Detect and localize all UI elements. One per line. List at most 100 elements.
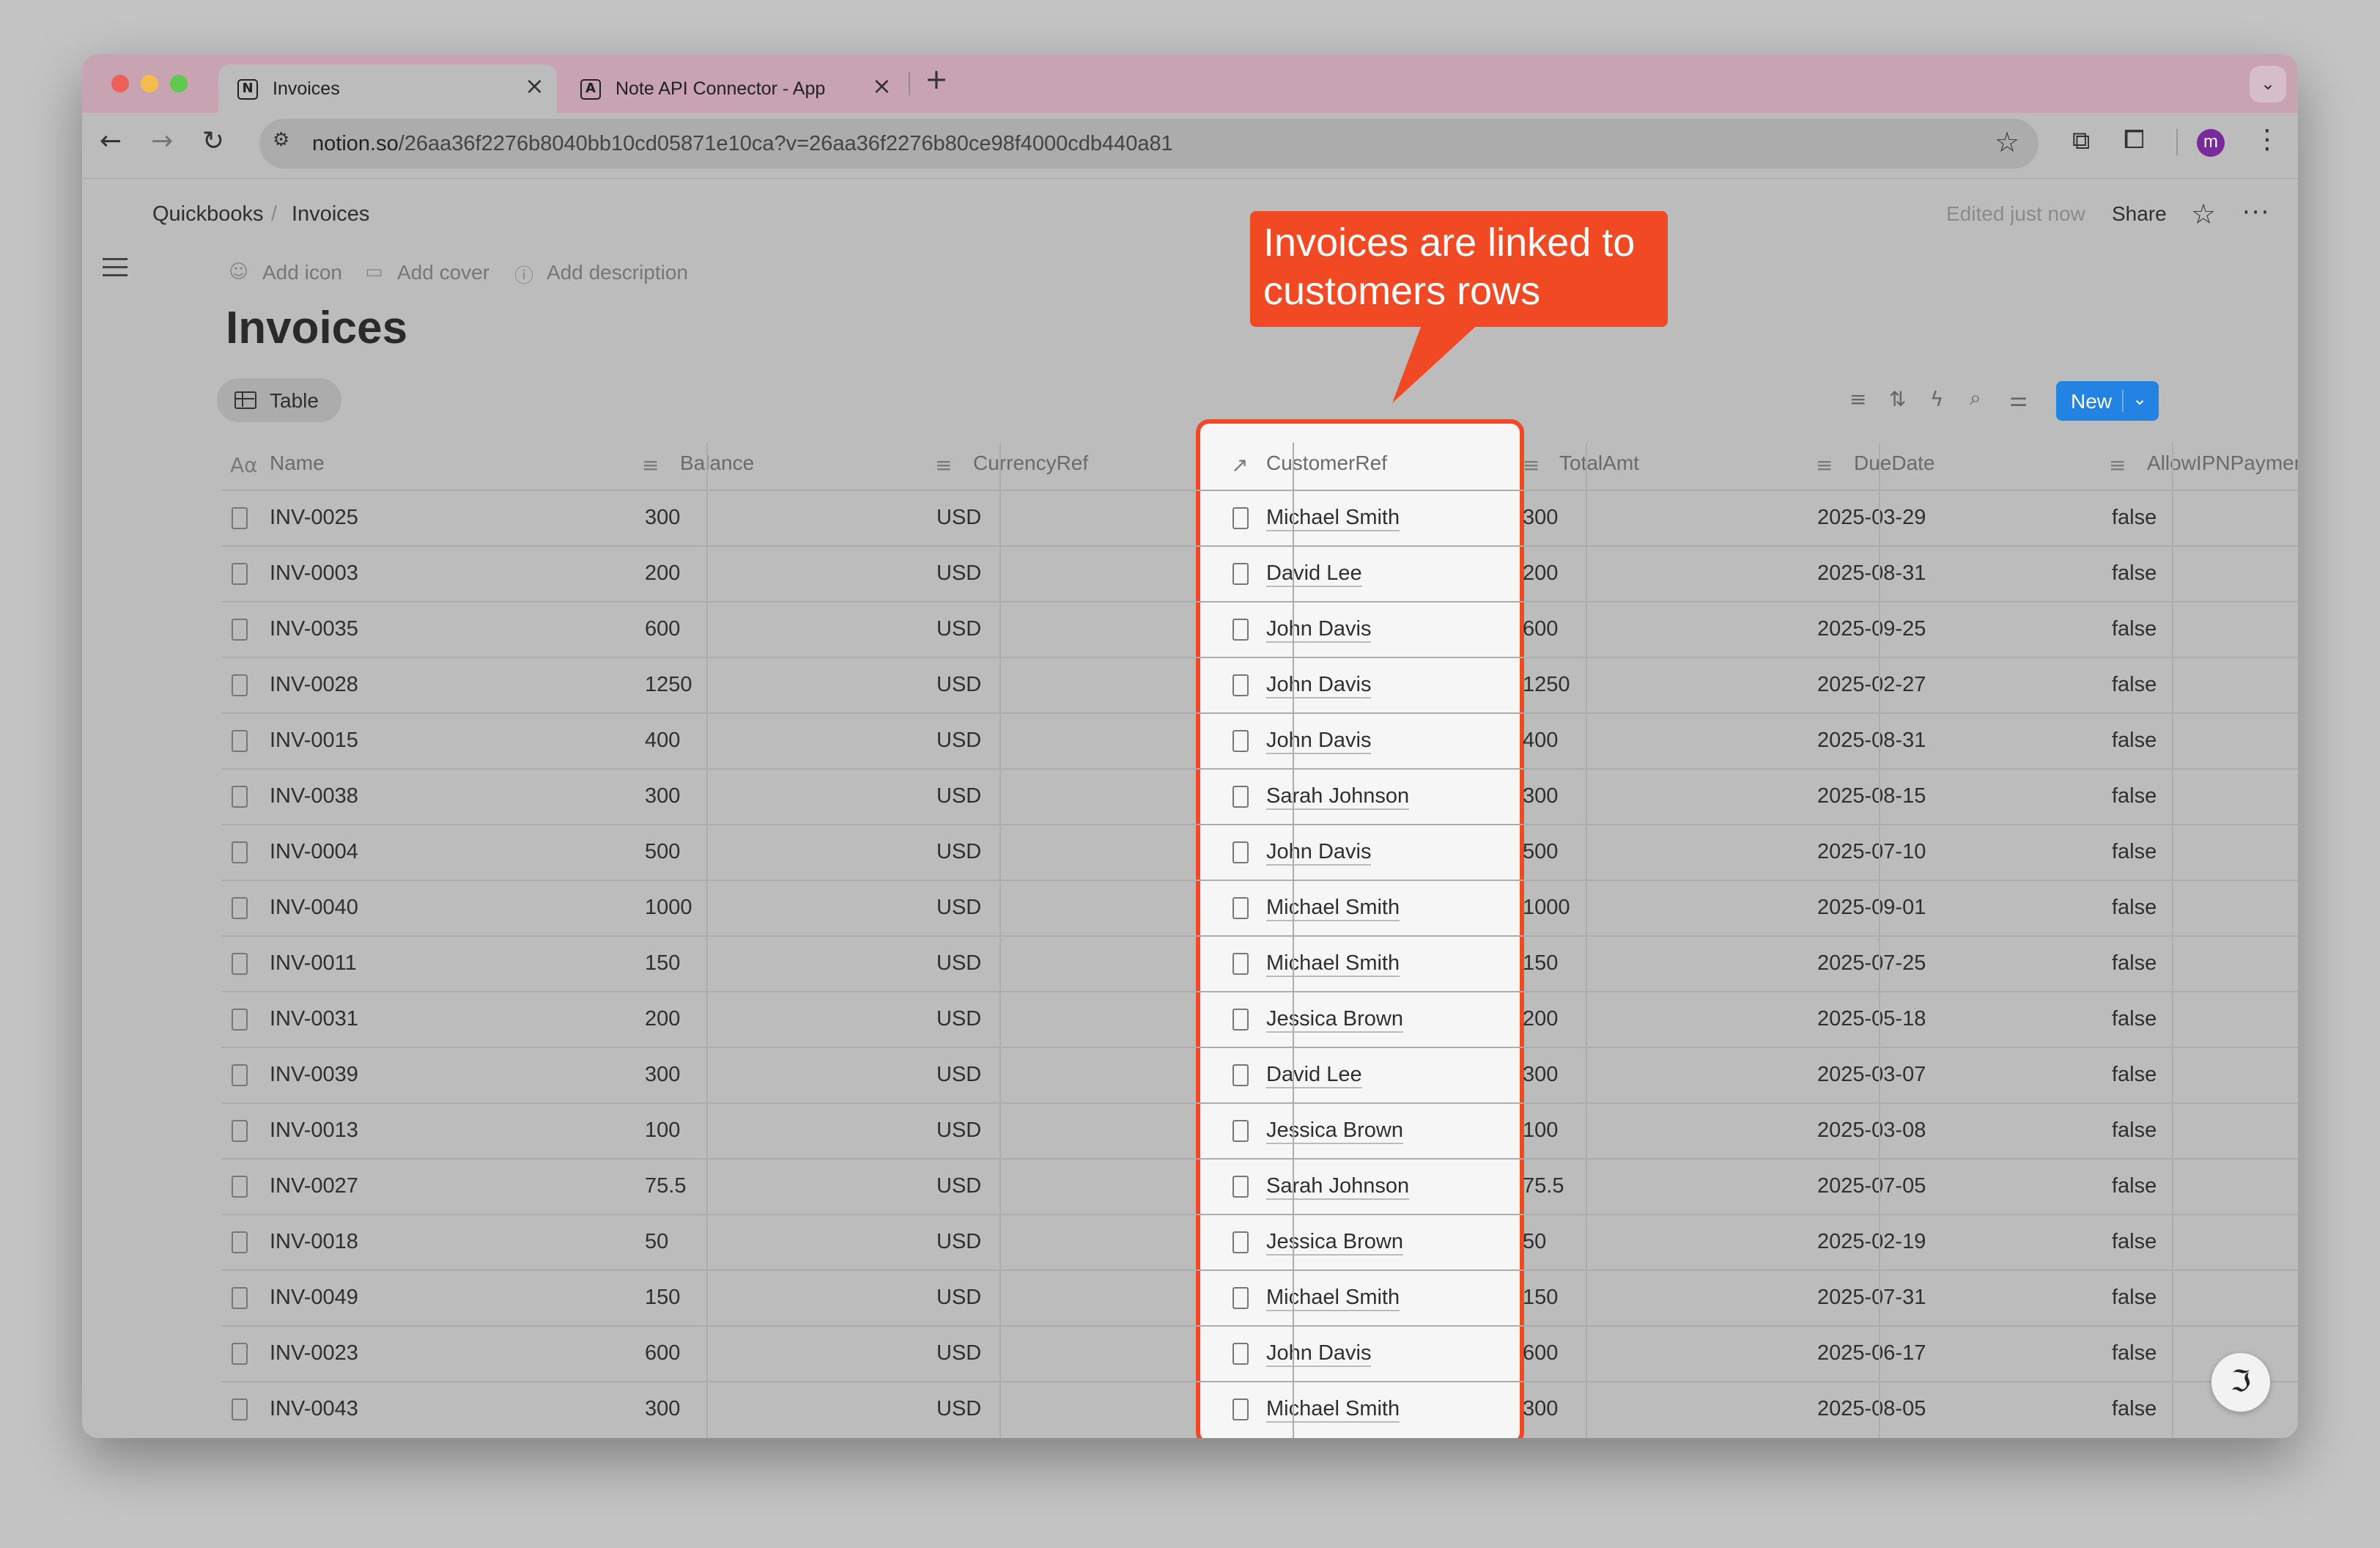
cell-allow[interactable]: false (2112, 729, 2157, 753)
new-tab-button[interactable]: + (925, 63, 948, 95)
cell-name[interactable]: INV-0028 (270, 673, 358, 697)
cell-balance[interactable]: 50 (645, 1230, 668, 1254)
table-row[interactable]: INV-0028 1250 USD John Davis 1250 2025-02-27 f… (221, 657, 2298, 712)
browser-menu-icon[interactable]: ⋮ (2254, 125, 2280, 155)
cell-balance[interactable]: 75.5 (645, 1174, 686, 1198)
cell-currency[interactable]: USD (936, 673, 981, 697)
cell-due[interactable]: 2025-08-31 (1817, 561, 1926, 586)
table-row[interactable]: INV-0004 500 USD John Davis 500 2025-07-10 fal… (221, 824, 2298, 880)
cell-customer[interactable]: Michael Smith (1266, 951, 1400, 977)
url-text[interactable]: notion.so/26aa36f2276b8040bb10cd05871e10… (312, 132, 1173, 156)
cell-currency[interactable]: USD (936, 784, 981, 808)
cell-due[interactable]: 2025-03-07 (1817, 1063, 1926, 1087)
filter-icon[interactable]: ≡ (1849, 387, 1866, 411)
tab-groups-icon[interactable]: ⧉ (2072, 126, 2090, 155)
cell-due[interactable]: 2025-07-31 (1817, 1286, 1926, 1310)
cell-currency[interactable]: USD (936, 840, 981, 864)
cell-allow[interactable]: false (2112, 506, 2157, 530)
cell-balance[interactable]: 400 (645, 729, 680, 753)
cell-customer[interactable]: John Davis (1266, 673, 1372, 699)
cell-balance[interactable]: 1250 (645, 673, 692, 697)
cell-name[interactable]: INV-0031 (270, 1007, 358, 1031)
cell-name[interactable]: INV-0049 (270, 1286, 358, 1310)
cell-allow[interactable]: false (2112, 1174, 2157, 1198)
cell-total[interactable]: 75.5 (1523, 1174, 1564, 1198)
cell-total[interactable]: 1250 (1523, 673, 1570, 697)
cell-allow[interactable]: false (2112, 1341, 2157, 1365)
cell-balance[interactable]: 100 (645, 1118, 680, 1143)
column-divider[interactable] (2172, 443, 2173, 1438)
cell-balance[interactable]: 300 (645, 1063, 680, 1087)
column-divider[interactable] (999, 443, 1001, 1438)
cell-allow[interactable]: false (2112, 840, 2157, 864)
cell-total[interactable]: 1000 (1523, 896, 1570, 920)
table-row[interactable]: INV-0043 300 USD Michael Smith 300 2025-08-05… (221, 1381, 2298, 1437)
tab-invoices[interactable]: N Invoices × (218, 64, 557, 113)
page-title[interactable]: Invoices (226, 302, 407, 354)
cell-allow[interactable]: false (2112, 617, 2157, 641)
cell-due[interactable]: 2025-09-01 (1817, 896, 1926, 920)
cell-balance[interactable]: 300 (645, 784, 680, 808)
column-header-balance[interactable]: Balance (680, 452, 754, 475)
cell-currency[interactable]: USD (936, 506, 981, 530)
cell-currency[interactable]: USD (936, 561, 981, 586)
close-window-button[interactable] (111, 75, 129, 92)
cell-customer[interactable]: Michael Smith (1266, 1397, 1400, 1423)
cell-name[interactable]: INV-0038 (270, 784, 358, 808)
site-settings-icon[interactable]: ⚙ (273, 129, 302, 158)
cell-name[interactable]: INV-0011 (270, 951, 357, 976)
cell-currency[interactable]: USD (936, 1063, 981, 1087)
cell-name[interactable]: INV-0004 (270, 840, 358, 864)
cell-currency[interactable]: USD (936, 1118, 981, 1143)
cell-due[interactable]: 2025-03-08 (1817, 1118, 1926, 1143)
cell-currency[interactable]: USD (936, 1007, 981, 1031)
tab-note-api-connector[interactable]: A Note API Connector - App × (561, 64, 904, 113)
cell-customer[interactable]: Jessica Brown (1266, 1230, 1403, 1256)
cell-name[interactable]: INV-0018 (270, 1230, 358, 1254)
cell-due[interactable]: 2025-07-10 (1817, 840, 1926, 864)
cell-name[interactable]: INV-0039 (270, 1063, 358, 1087)
cell-total[interactable]: 600 (1523, 617, 1558, 641)
cell-balance[interactable]: 500 (645, 840, 680, 864)
table-row[interactable]: INV-0018 50 USD Jessica Brown 50 2025-02-19 fa… (221, 1214, 2298, 1269)
cell-total[interactable]: 600 (1523, 1341, 1558, 1365)
new-button[interactable]: New ⌄ (2056, 381, 2159, 421)
breadcrumb-current[interactable]: Invoices (292, 202, 369, 226)
cell-customer[interactable]: Sarah Johnson (1266, 784, 1410, 810)
add-icon-button[interactable]: Add icon (262, 261, 342, 284)
automation-bolt-icon[interactable]: ϟ (1930, 387, 1943, 411)
cell-due[interactable]: 2025-08-15 (1817, 784, 1926, 808)
cell-customer[interactable]: John Davis (1266, 729, 1372, 754)
table-row[interactable]: INV-0003 200 USD David Lee 200 2025-08-31 fals… (221, 545, 2298, 601)
cell-customer[interactable]: John Davis (1266, 1341, 1372, 1367)
favorite-star-icon[interactable]: ☆ (2191, 198, 2216, 230)
cell-due[interactable]: 2025-08-31 (1817, 729, 1926, 753)
forward-arrow-icon[interactable]: → (151, 126, 173, 156)
cell-allow[interactable]: false (2112, 673, 2157, 697)
cell-name[interactable]: INV-0013 (270, 1118, 358, 1143)
column-header-customer[interactable]: CustomerRef (1266, 452, 1387, 475)
cell-total[interactable]: 500 (1523, 840, 1558, 864)
cell-allow[interactable]: false (2112, 1063, 2157, 1087)
cell-currency[interactable]: USD (936, 896, 981, 920)
table-row[interactable]: INV-0015 400 USD John Davis 400 2025-08-31 fal… (221, 712, 2298, 768)
cell-currency[interactable]: USD (936, 1174, 981, 1198)
cell-currency[interactable]: USD (936, 729, 981, 753)
cell-balance[interactable]: 200 (645, 561, 680, 586)
tab-search-chevron-icon[interactable]: ⌄ (2250, 66, 2286, 103)
cell-currency[interactable]: USD (936, 1286, 981, 1310)
cell-total[interactable]: 400 (1523, 729, 1558, 753)
sidebar-menu-icon[interactable] (103, 258, 128, 277)
cell-customer[interactable]: David Lee (1266, 561, 1362, 587)
cell-allow[interactable]: false (2112, 1230, 2157, 1254)
maximize-window-button[interactable] (170, 75, 188, 92)
cell-balance[interactable]: 300 (645, 506, 680, 530)
more-options-icon[interactable]: ··· (2242, 198, 2270, 227)
close-tab-icon[interactable]: × (525, 72, 544, 100)
column-divider[interactable] (1586, 443, 1587, 1438)
table-row[interactable]: INV-0011 150 USD Michael Smith 150 2025-07-25… (221, 935, 2298, 991)
cell-balance[interactable]: 200 (645, 1007, 680, 1031)
cell-due[interactable]: 2025-02-19 (1817, 1230, 1926, 1254)
table-row[interactable]: INV-0031 200 USD Jessica Brown 200 2025-05-18… (221, 991, 2298, 1047)
add-cover-button[interactable]: Add cover (397, 261, 489, 284)
